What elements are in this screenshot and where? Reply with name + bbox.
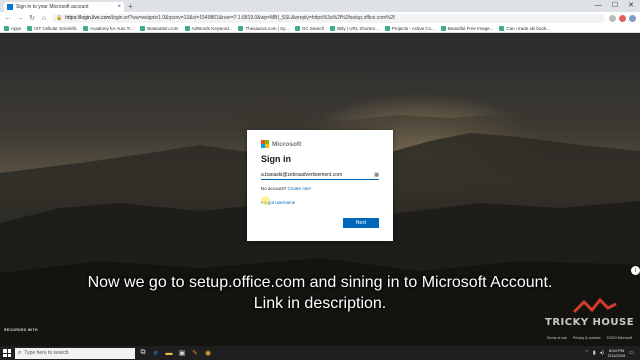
- browser-tab[interactable]: Sign in to your Microsoft account ×: [4, 2, 124, 12]
- profile-avatar[interactable]: [629, 14, 636, 22]
- volume-icon[interactable]: ◂): [600, 350, 604, 356]
- bookmark-item[interactable]: AdWords Keyword...: [184, 25, 233, 31]
- signin-title: Sign in: [261, 154, 291, 164]
- task-view-icon[interactable]: ⧉: [138, 348, 148, 358]
- microsoft-logo: Microsoft: [261, 140, 379, 148]
- bookmark-label: Beautiful Free Image...: [447, 25, 494, 31]
- bookmark-item[interactable]: GC Search: [294, 25, 325, 31]
- file-explorer-icon[interactable]: ▬: [164, 348, 174, 358]
- bookmark-item[interactable]: Beautiful Free Image...: [440, 25, 494, 31]
- bookmark-item[interactable]: Apps: [4, 25, 22, 31]
- bookmark-label: GC Search: [301, 25, 325, 31]
- tab-title: Sign in to your Microsoft account: [16, 4, 89, 10]
- signin-dialog: Microsoft Sign in a.banaski@zebraadverti…: [247, 130, 393, 241]
- windows-start-icon[interactable]: [2, 348, 12, 358]
- clock-date: 2/11/2019: [607, 353, 626, 358]
- window-controls: — ☐ ✕: [595, 0, 640, 12]
- bookmark-favicon-icon: [294, 25, 300, 31]
- extension-icon[interactable]: [609, 14, 616, 22]
- email-value: a.banaski@zebraadvertisement.com: [261, 171, 343, 178]
- extension-icons: [609, 14, 636, 22]
- bookmark-label: Thesaurus.com | Sy...: [245, 25, 289, 31]
- bookmark-label: Bitly | URL Shorten...: [337, 25, 379, 31]
- privacy-link[interactable]: Privacy & cookies: [573, 336, 601, 340]
- chevron-up-icon[interactable]: ⌃: [585, 350, 589, 356]
- bookmarks-bar: Apps IST Cellular Scientific Academy for A…: [0, 24, 640, 33]
- home-icon[interactable]: ⌂: [40, 15, 48, 22]
- store-icon[interactable]: ▣: [177, 348, 187, 358]
- bookmark-favicon-icon: [330, 25, 336, 31]
- bookmark-item[interactable]: Can i trade ski book...: [499, 25, 550, 31]
- bookmark-favicon-icon: [82, 25, 88, 31]
- bookmark-label: Apps: [11, 25, 22, 31]
- bookmark-label: Can i trade ski book...: [506, 25, 550, 31]
- credential-key-icon[interactable]: ▦: [374, 172, 379, 178]
- bookmark-favicon-icon: [238, 25, 244, 31]
- close-window-button[interactable]: ✕: [628, 0, 634, 12]
- bookmark-item[interactable]: Betanation.com: [140, 25, 179, 31]
- page-footer: Terms of use Privacy & cookies ©2019 Mic…: [547, 336, 632, 340]
- bookmark-item[interactable]: Thesaurus.com | Sy...: [238, 25, 289, 31]
- next-button[interactable]: Next: [343, 218, 379, 228]
- bookmark-item[interactable]: Projects - Active Co...: [384, 25, 435, 31]
- browser-toolbar: ← → ↻ ⌂ 🔒 https://login.live.com/login.s…: [0, 12, 640, 24]
- address-bar[interactable]: 🔒 https://login.live.com/login.srf?wa=ws…: [52, 13, 605, 23]
- minimize-button[interactable]: —: [595, 0, 602, 12]
- bookmark-favicon-icon: [499, 25, 505, 31]
- no-account-text: No account? Create one!: [261, 186, 312, 191]
- create-account-link[interactable]: Create one!: [288, 186, 312, 191]
- windows-taskbar: ⌕ Type here to search ⧉ e ▬ ▣ ✎ ◉ ⌃ ▮ ◂)…: [0, 346, 640, 360]
- lock-icon: 🔒: [56, 15, 63, 21]
- notifications-icon[interactable]: ▭: [629, 350, 634, 356]
- bookmark-favicon-icon: [140, 25, 146, 31]
- recorded-with-label: RECORDED WITH: [4, 328, 38, 332]
- bookmark-item[interactable]: IST Cellular Scientific: [27, 25, 77, 31]
- paint-app-icon[interactable]: ✎: [190, 348, 200, 358]
- bookmark-favicon-icon: [440, 25, 446, 31]
- taskbar-clock[interactable]: 8:54 PM 2/11/2019: [608, 348, 626, 358]
- bookmark-label: IST Cellular Scientific: [34, 25, 77, 31]
- bookmark-item[interactable]: Academy for Auto Tr...: [82, 25, 135, 31]
- bookmark-label: AdWords Keyword...: [191, 25, 233, 31]
- brand-name: Microsoft: [272, 140, 302, 148]
- reload-icon[interactable]: ↻: [28, 14, 36, 22]
- microsoft-favicon-icon: [7, 4, 13, 10]
- chrome-browser-icon[interactable]: ◉: [203, 348, 213, 358]
- bookmark-label: Projects - Active Co...: [391, 25, 435, 31]
- extension-icon[interactable]: [619, 14, 626, 22]
- apps-grid-icon: [4, 25, 9, 31]
- copyright-text: ©2019 Microsoft: [606, 336, 632, 340]
- tab-close-icon[interactable]: ×: [117, 4, 121, 10]
- url-text: https://login.live.com/login.srf?wa=wsig…: [65, 15, 395, 21]
- email-field[interactable]: a.banaski@zebraadvertisement.com ▦: [261, 170, 379, 180]
- bookmark-favicon-icon: [27, 25, 33, 31]
- network-icon[interactable]: ▮: [593, 350, 596, 356]
- bookmark-label: Academy for Auto Tr...: [89, 25, 135, 31]
- side-info-button[interactable]: i: [631, 266, 640, 275]
- new-tab-button[interactable]: +: [128, 2, 133, 12]
- bookmark-favicon-icon: [184, 25, 190, 31]
- forward-icon[interactable]: →: [16, 15, 24, 22]
- browser-tabbar: Sign in to your Microsoft account × + — …: [0, 0, 640, 12]
- watermark-text: TRICKY HOUSE: [545, 317, 635, 328]
- edge-browser-icon[interactable]: e: [151, 348, 161, 358]
- back-icon[interactable]: ←: [4, 15, 12, 22]
- search-icon: ⌕: [18, 349, 22, 356]
- bookmark-label: Betanation.com: [147, 25, 179, 31]
- terms-link[interactable]: Terms of use: [547, 336, 567, 340]
- system-tray: ⌃ ▮ ◂) 8:54 PM 2/11/2019 ▭: [585, 348, 638, 358]
- maximize-button[interactable]: ☐: [612, 0, 618, 12]
- bookmark-item[interactable]: Bitly | URL Shorten...: [330, 25, 379, 31]
- mouse-cursor-highlight: [261, 196, 270, 205]
- microsoft-logo-icon: [261, 140, 269, 148]
- bookmark-favicon-icon: [384, 25, 390, 31]
- taskbar-search-input[interactable]: ⌕ Type here to search: [15, 347, 135, 359]
- search-placeholder: Type here to search: [24, 350, 69, 356]
